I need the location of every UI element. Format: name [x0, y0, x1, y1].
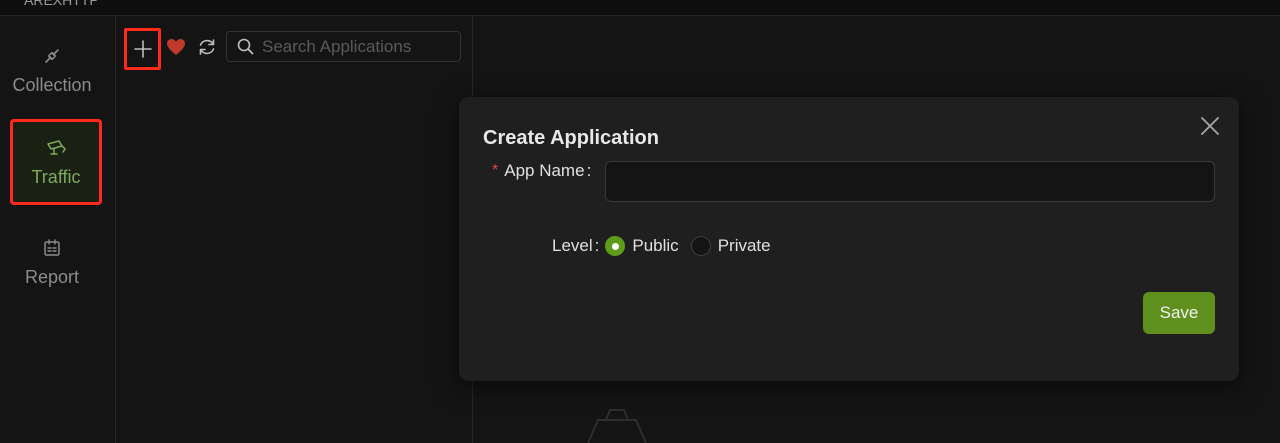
collection-icon — [45, 48, 59, 63]
favorites-button[interactable] — [164, 35, 188, 59]
applications-panel — [117, 16, 473, 443]
refresh-button[interactable] — [195, 35, 219, 59]
heart-icon — [167, 39, 185, 55]
create-application-dialog: Create Application * App Name : Level : … — [459, 97, 1239, 381]
close-icon[interactable] — [1199, 115, 1221, 137]
app-name-label: App Name — [504, 161, 585, 180]
required-mark: * — [492, 162, 499, 179]
radio-label: Public — [632, 236, 679, 255]
sidebar-item-label: Report — [24, 266, 80, 287]
window-title: AREXHTTP — [24, 0, 99, 8]
save-button[interactable]: Save — [1143, 292, 1215, 334]
sidebar-item-traffic[interactable]: Traffic — [10, 119, 102, 205]
traffic-icon — [47, 139, 66, 155]
level-label: Level — [552, 236, 593, 255]
label-colon: : — [586, 161, 592, 180]
app-name-input[interactable] — [605, 161, 1215, 202]
title-bar: AREXHTTP — [0, 0, 1280, 16]
sidebar-item-label: Traffic — [31, 166, 81, 187]
sidebar-item-collection[interactable]: Collection — [0, 28, 104, 112]
search-box — [226, 31, 461, 62]
sidebar: Collection Traffic Report — [0, 16, 116, 443]
radio-label: Private — [717, 236, 771, 255]
dialog-title: Create Application — [483, 127, 659, 149]
sidebar-item-report[interactable]: Report — [0, 220, 104, 304]
search-icon — [237, 38, 254, 55]
sidebar-item-label: Collection — [12, 74, 92, 95]
search-input[interactable] — [260, 35, 450, 58]
level-row: Level : Public Private — [552, 236, 771, 256]
level-public-radio[interactable]: Public — [605, 236, 679, 256]
report-icon — [44, 238, 60, 256]
refresh-icon — [199, 39, 215, 55]
level-private-radio[interactable]: Private — [690, 236, 771, 256]
radio-checked-icon — [605, 236, 626, 256]
label-colon: : — [594, 236, 600, 255]
radio-unchecked-icon — [690, 236, 711, 256]
empty-state-icon — [587, 409, 647, 443]
add-application-button[interactable] — [124, 28, 161, 70]
app-name-row: * App Name : — [492, 161, 591, 181]
plus-icon — [133, 40, 152, 58]
